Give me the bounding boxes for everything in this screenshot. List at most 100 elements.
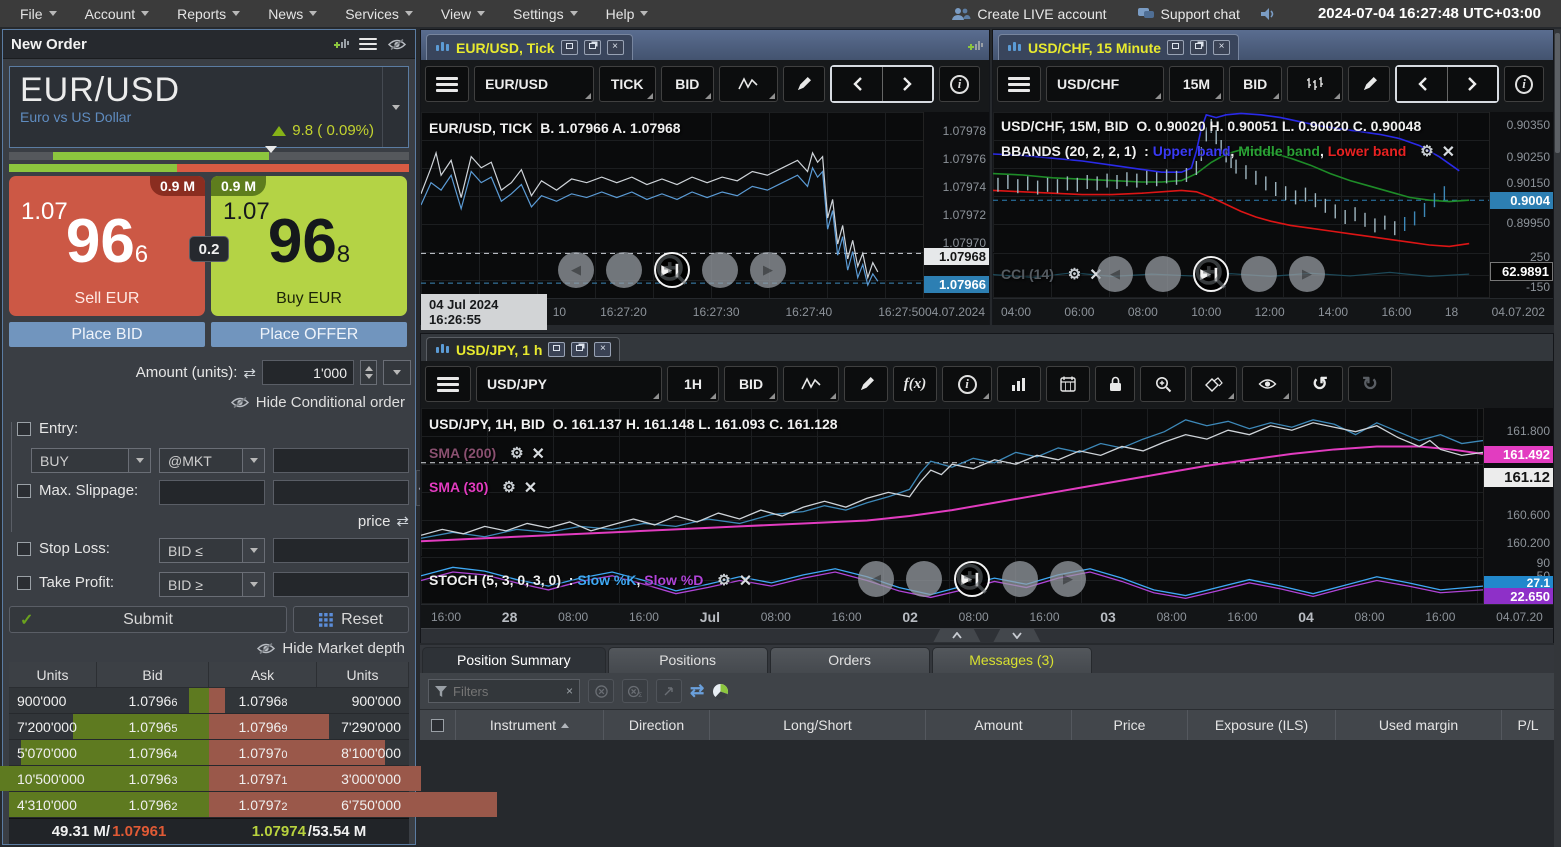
stop-loss-checkbox[interactable] <box>17 542 31 556</box>
indicators-icon[interactable] <box>997 366 1041 402</box>
chart-type-icon[interactable] <box>719 66 778 102</box>
restore-icon[interactable] <box>571 342 588 357</box>
tab-position-summary[interactable]: Position Summary <box>422 647 606 673</box>
usdchf-tab[interactable]: USD/CHF, 15 Minute × <box>998 34 1239 60</box>
panel-menu-icon[interactable] <box>359 38 377 50</box>
add-chart-icon[interactable] <box>965 38 983 54</box>
chart-menu-icon[interactable] <box>425 66 469 102</box>
swap-amount-icon[interactable]: ⇄ <box>243 364 256 382</box>
usdchf-price-axis[interactable]: 0.90350 0.90250 0.90150 0.9004 0.89950 2… <box>1489 112 1553 298</box>
transfer-icon[interactable]: ⇄ <box>690 681 704 701</box>
place-offer-button[interactable]: Place OFFER <box>211 322 407 347</box>
info-icon[interactable]: i <box>939 66 980 102</box>
col-pl[interactable]: P/L <box>1502 710 1554 740</box>
function-icon[interactable]: f(x) <box>893 366 937 402</box>
indicator-remove-icon[interactable]: ✕ <box>524 478 537 498</box>
chart-scroll-strip[interactable] <box>421 628 1553 643</box>
usdjpy-plot[interactable]: USD/JPY, 1H, BID O. 161.137 H. 161.148 L… <box>421 408 1483 556</box>
menu-account[interactable]: Account <box>71 0 164 27</box>
entry-price-input[interactable] <box>273 448 409 473</box>
hide-market-depth-toggle[interactable]: Hide Market depth <box>256 640 405 657</box>
entry-side-select[interactable]: BUY <box>31 448 151 473</box>
usdjpy-titlebar[interactable]: USD/JPY, 1 h × <box>421 334 1553 361</box>
select-all-checkbox[interactable] <box>431 719 444 732</box>
depth-row[interactable]: 4'310'000 1.07962 1.07972 6'750'000 <box>9 792 409 818</box>
depth-row[interactable]: 10'500'000 1.07963 1.07971 3'000'000 <box>9 766 409 792</box>
add-order-icon[interactable] <box>331 36 349 52</box>
draw-icon[interactable] <box>783 66 825 102</box>
chart-back-icon[interactable] <box>1397 67 1447 101</box>
eurusd-price-axis[interactable]: 1.07978 1.07976 1.07974 1.07972 1.07970 … <box>923 112 989 298</box>
indicator-settings-icon[interactable]: ⚙ <box>502 478 515 498</box>
place-bid-button[interactable]: Place BID <box>9 322 205 347</box>
filters-input[interactable] <box>453 684 560 699</box>
col-used-margin[interactable]: Used margin <box>1336 710 1502 740</box>
info-icon[interactable]: i <box>1504 66 1544 102</box>
take-profit-checkbox[interactable] <box>17 576 31 590</box>
draw-icon[interactable] <box>1348 66 1390 102</box>
info-icon[interactable]: i <box>942 366 992 402</box>
max-slippage-input-2[interactable] <box>273 480 409 505</box>
right-scrollbar[interactable] <box>1554 29 1561 847</box>
eurusd-tab[interactable]: EUR/USD, Tick × <box>426 34 633 60</box>
period-select[interactable]: 15M <box>1169 66 1224 102</box>
stop-loss-input[interactable] <box>273 538 409 563</box>
submit-button[interactable]: ✓ Submit <box>9 606 287 633</box>
tab-positions[interactable]: Positions <box>608 647 768 673</box>
symbol-select[interactable]: USD/JPY <box>476 366 662 402</box>
step-forward-icon[interactable]: ▶ <box>750 252 786 288</box>
menu-settings[interactable]: Settings <box>499 0 592 27</box>
zoom-icon[interactable] <box>1140 366 1186 402</box>
close-all-icon[interactable]: Σ <box>622 679 648 703</box>
minimize-icon[interactable] <box>561 40 578 55</box>
depth-row[interactable]: 7'200'000 1.07965 1.07969 7'290'000 <box>9 714 409 740</box>
instrument-selector[interactable]: EUR/USD Euro vs US Dollar 9.8 ( 0.09%) <box>9 66 409 148</box>
menu-services[interactable]: Services <box>331 0 427 27</box>
indicator-settings-icon[interactable]: ⚙ <box>717 571 730 591</box>
stop-loss-cond-select[interactable]: BID ≤ <box>159 538 265 563</box>
col-long-short[interactable]: Long/Short <box>710 710 926 740</box>
scroll-up-icon[interactable] <box>929 629 985 642</box>
zoom-in-icon[interactable] <box>702 252 738 288</box>
eurusd-titlebar[interactable]: EUR/USD, Tick × <box>421 30 989 60</box>
usdjpy-time-axis[interactable]: 16:00 28 08:00 16:00 Jul 08:00 16:00 02 … <box>421 604 1553 628</box>
chart-forward-icon[interactable] <box>1447 67 1497 101</box>
close-icon[interactable]: × <box>607 40 624 55</box>
sell-card[interactable]: 0.9 M 1.07 966 Sell EUR <box>9 176 205 316</box>
entry-checkbox[interactable] <box>17 422 31 436</box>
support-chat-link[interactable]: Support chat <box>1127 6 1250 22</box>
close-icon[interactable]: × <box>594 342 611 357</box>
indicator-settings-icon[interactable]: ⚙ <box>1420 142 1433 162</box>
depth-row[interactable]: 900'000 1.07966 1.07968 900'000 <box>9 688 409 714</box>
visibility-icon[interactable] <box>1242 366 1292 402</box>
hide-conditional-toggle[interactable]: Hide Conditional order <box>230 394 405 411</box>
period-select[interactable]: 1H <box>667 366 719 402</box>
speaker-icon[interactable] <box>1260 7 1278 21</box>
depth-row[interactable]: 5'070'000 1.07964 1.07970 8'100'000 <box>9 740 409 766</box>
price-type-select[interactable]: BID <box>661 66 714 102</box>
chart-back-icon[interactable] <box>832 67 882 101</box>
chart-menu-icon[interactable] <box>997 66 1041 102</box>
chart-type-icon[interactable] <box>783 366 839 402</box>
usdchf-cci-pane[interactable]: CCI (14) ⚙✕ ◀ ▶❙ ▶ <box>993 253 1489 298</box>
usdjpy-tab[interactable]: USD/JPY, 1 h × <box>426 337 620 361</box>
col-direction[interactable]: Direction <box>604 710 710 740</box>
step-forward-icon[interactable]: ▶ <box>1289 256 1325 292</box>
create-live-account-link[interactable]: Create LIVE account <box>941 6 1116 22</box>
usdchf-titlebar[interactable]: USD/CHF, 15 Minute × <box>993 30 1553 60</box>
minimize-icon[interactable] <box>548 342 565 357</box>
step-forward-icon[interactable]: ▶ <box>1050 561 1086 597</box>
instrument-dropdown-caret[interactable] <box>382 67 408 147</box>
menu-reports[interactable]: Reports <box>163 0 254 27</box>
col-price[interactable]: Price <box>1072 710 1188 740</box>
chart-forward-icon[interactable] <box>882 67 932 101</box>
symbol-select[interactable]: USD/CHF <box>1046 66 1164 102</box>
take-profit-cond-select[interactable]: BID ≥ <box>159 572 265 597</box>
max-slippage-input[interactable] <box>159 480 265 505</box>
eurusd-plot[interactable]: EUR/USD, TICK B. 1.07966 A. 1.07968 ◀ ▶❙… <box>421 112 923 298</box>
redo-icon[interactable]: ↻ <box>1348 366 1392 402</box>
buy-card[interactable]: 0.9 M 1.07 968 Buy EUR <box>211 176 407 316</box>
menu-file[interactable]: File <box>6 0 71 27</box>
usdjpy-price-axis[interactable]: 161.800 161.492 161.12 160.600 160.200 9… <box>1483 408 1553 604</box>
minimize-icon[interactable] <box>1167 40 1184 55</box>
